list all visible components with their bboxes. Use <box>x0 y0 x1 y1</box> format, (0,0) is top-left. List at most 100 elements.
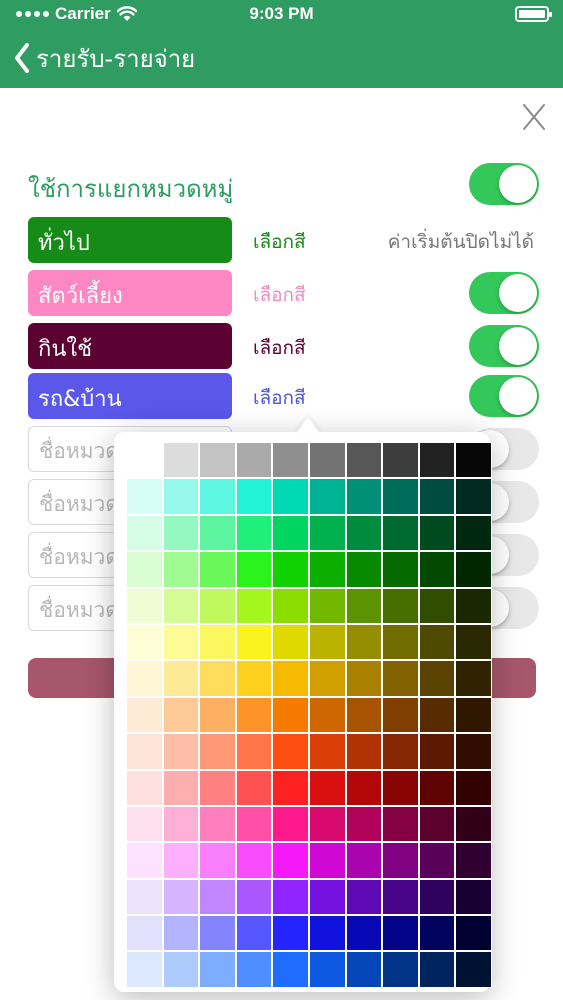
color-swatch[interactable] <box>199 442 236 479</box>
color-swatch[interactable] <box>308 769 346 806</box>
color-swatch[interactable] <box>418 514 456 552</box>
color-swatch[interactable] <box>126 733 163 770</box>
color-swatch[interactable] <box>235 623 273 661</box>
color-swatch[interactable] <box>308 623 346 661</box>
color-swatch[interactable] <box>418 842 456 879</box>
category-enabled-switch[interactable] <box>469 375 539 417</box>
color-swatch[interactable] <box>455 915 492 952</box>
color-swatch[interactable] <box>418 805 456 843</box>
color-swatch[interactable] <box>418 660 456 697</box>
color-swatch[interactable] <box>162 842 200 879</box>
color-swatch[interactable] <box>418 587 456 624</box>
color-swatch[interactable] <box>199 805 236 843</box>
color-swatch[interactable] <box>308 478 346 515</box>
color-swatch[interactable] <box>126 660 163 697</box>
color-swatch[interactable] <box>235 514 273 552</box>
color-swatch[interactable] <box>382 442 419 479</box>
color-swatch[interactable] <box>272 805 309 843</box>
color-swatch[interactable] <box>308 442 346 479</box>
color-swatch[interactable] <box>418 878 456 916</box>
color-swatch[interactable] <box>199 951 236 988</box>
color-swatch[interactable] <box>455 514 492 552</box>
color-swatch[interactable] <box>382 623 419 661</box>
color-swatch[interactable] <box>418 623 456 661</box>
color-swatch[interactable] <box>382 842 419 879</box>
color-swatch[interactable] <box>162 805 200 843</box>
color-swatch[interactable] <box>455 769 492 806</box>
color-swatch[interactable] <box>162 769 200 806</box>
color-swatch[interactable] <box>382 660 419 697</box>
color-swatch[interactable] <box>162 951 200 988</box>
color-swatch[interactable] <box>455 587 492 624</box>
color-swatch[interactable] <box>308 660 346 697</box>
back-button[interactable]: รายรับ-รายจ่าย <box>14 40 195 76</box>
color-swatch[interactable] <box>272 842 309 879</box>
color-swatch[interactable] <box>455 733 492 770</box>
color-swatch[interactable] <box>382 805 419 843</box>
color-swatch[interactable] <box>272 442 309 479</box>
color-swatch[interactable] <box>382 587 419 624</box>
color-swatch[interactable] <box>199 842 236 879</box>
color-swatch[interactable] <box>345 769 383 806</box>
color-swatch[interactable] <box>455 623 492 661</box>
color-swatch[interactable] <box>162 878 200 916</box>
color-swatch[interactable] <box>272 551 309 588</box>
color-swatch[interactable] <box>162 660 200 697</box>
category-name-field[interactable]: สัตว์เลี้ยง <box>28 270 232 316</box>
color-swatch[interactable] <box>418 696 456 734</box>
color-swatch[interactable] <box>272 587 309 624</box>
color-swatch[interactable] <box>345 514 383 552</box>
color-swatch[interactable] <box>418 733 456 770</box>
color-swatch[interactable] <box>382 878 419 916</box>
color-swatch[interactable] <box>272 478 309 515</box>
color-swatch[interactable] <box>126 623 163 661</box>
color-swatch[interactable] <box>126 915 163 952</box>
color-swatch[interactable] <box>126 442 163 479</box>
color-swatch[interactable] <box>272 878 309 916</box>
color-swatch[interactable] <box>418 478 456 515</box>
color-swatch[interactable] <box>345 878 383 916</box>
color-swatch[interactable] <box>455 442 492 479</box>
pick-color-button[interactable]: เลือกสี <box>253 227 306 257</box>
color-swatch[interactable] <box>308 915 346 952</box>
color-swatch[interactable] <box>235 478 273 515</box>
color-swatch[interactable] <box>199 514 236 552</box>
color-swatch[interactable] <box>272 915 309 952</box>
color-swatch[interactable] <box>126 878 163 916</box>
color-swatch[interactable] <box>418 442 456 479</box>
category-name-field[interactable]: รถ&บ้าน <box>28 373 232 419</box>
color-swatch[interactable] <box>308 842 346 879</box>
pick-color-button[interactable]: เลือกสี <box>253 383 306 413</box>
color-swatch[interactable] <box>345 551 383 588</box>
color-swatch[interactable] <box>199 696 236 734</box>
close-button[interactable] <box>521 102 547 132</box>
color-swatch[interactable] <box>235 551 273 588</box>
color-swatch[interactable] <box>382 951 419 988</box>
color-swatch[interactable] <box>235 442 273 479</box>
color-swatch[interactable] <box>126 478 163 515</box>
color-swatch[interactable] <box>345 805 383 843</box>
color-swatch[interactable] <box>272 660 309 697</box>
color-swatch[interactable] <box>126 696 163 734</box>
category-name-field[interactable]: ทั่วไป <box>28 217 232 263</box>
color-swatch[interactable] <box>345 478 383 515</box>
color-swatch[interactable] <box>199 878 236 916</box>
color-swatch[interactable] <box>382 478 419 515</box>
color-swatch[interactable] <box>162 442 200 479</box>
color-swatch[interactable] <box>455 842 492 879</box>
color-swatch[interactable] <box>235 878 273 916</box>
color-swatch[interactable] <box>272 623 309 661</box>
color-swatch[interactable] <box>345 623 383 661</box>
color-swatch[interactable] <box>126 951 163 988</box>
color-swatch[interactable] <box>272 696 309 734</box>
color-swatch[interactable] <box>382 551 419 588</box>
color-swatch[interactable] <box>199 587 236 624</box>
color-swatch[interactable] <box>235 842 273 879</box>
color-swatch[interactable] <box>345 951 383 988</box>
color-swatch[interactable] <box>162 551 200 588</box>
color-swatch[interactable] <box>235 696 273 734</box>
pick-color-button[interactable]: เลือกสี <box>253 333 306 363</box>
use-categories-switch[interactable] <box>469 163 539 205</box>
color-swatch[interactable] <box>199 623 236 661</box>
color-swatch[interactable] <box>308 551 346 588</box>
